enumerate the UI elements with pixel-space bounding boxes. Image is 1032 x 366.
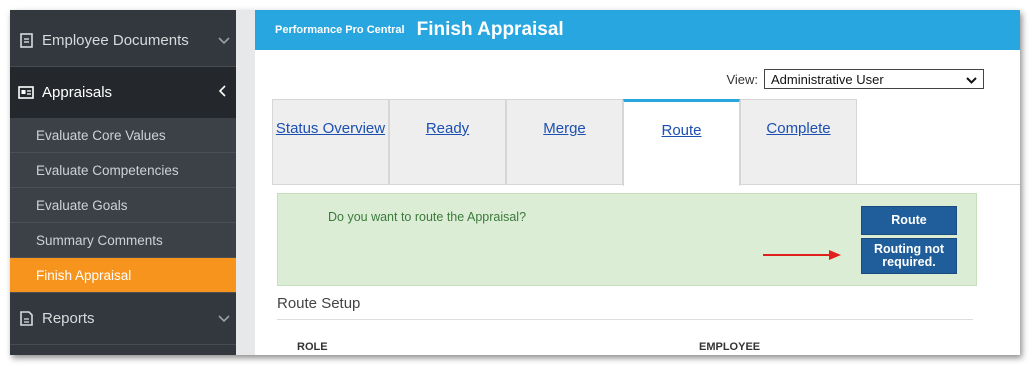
route-button[interactable]: Route xyxy=(861,206,957,235)
sidebar-subitem-evaluate-competencies[interactable]: Evaluate Competencies xyxy=(10,153,236,188)
sidebar-item-label: Reports xyxy=(42,310,95,327)
chevron-left-icon xyxy=(218,84,226,101)
red-arrow-icon xyxy=(763,250,841,260)
column-header-role: ROLE xyxy=(297,341,328,353)
sidebar-subitem-evaluate-core-values[interactable]: Evaluate Core Values xyxy=(10,118,236,153)
sidebar-item-employee-documents[interactable]: Employee Documents xyxy=(10,15,236,67)
sidebar-subitem-label: Evaluate Goals xyxy=(36,197,128,213)
sidebar-subitem-label: Finish Appraisal xyxy=(36,267,132,283)
id-card-icon xyxy=(18,85,34,101)
document-icon xyxy=(18,33,34,49)
chevron-down-icon xyxy=(218,311,230,326)
tab-link[interactable]: Status Overview xyxy=(276,120,385,137)
sidebar-item-appraisals[interactable]: Appraisals xyxy=(10,67,246,119)
page-header: Performance Pro Central Finish Appraisal xyxy=(255,10,1020,50)
sidebar-subitem-label: Evaluate Core Values xyxy=(36,127,166,143)
tab-link[interactable]: Merge xyxy=(543,120,586,137)
routing-not-required-button[interactable]: Routing not required. xyxy=(861,238,957,274)
route-prompt-message: Do you want to route the Appraisal? xyxy=(328,210,527,224)
main-content: Performance Pro Central Finish Appraisal… xyxy=(255,10,1020,355)
tab-ready[interactable]: Ready xyxy=(389,99,506,185)
route-setup-title: Route Setup xyxy=(277,295,361,312)
app-name: Performance Pro Central xyxy=(275,24,405,36)
tab-merge[interactable]: Merge xyxy=(506,99,623,185)
app-window: Employee Documents Appraisals Evaluate C… xyxy=(10,10,1020,355)
sidebar-subitem-summary-comments[interactable]: Summary Comments xyxy=(10,223,236,258)
tab-status-overview[interactable]: Status Overview xyxy=(272,99,389,185)
chevron-down-icon xyxy=(218,33,230,48)
tab-route[interactable]: Route xyxy=(623,99,740,186)
chevron-down-icon xyxy=(966,72,977,87)
tab-complete[interactable]: Complete xyxy=(740,99,857,185)
view-select[interactable]: Administrative User xyxy=(764,69,984,89)
tab-link[interactable]: Complete xyxy=(766,120,830,137)
tab-divider xyxy=(856,184,1020,185)
sidebar-item-reports[interactable]: Reports xyxy=(10,293,236,345)
sidebar-subitem-finish-appraisal[interactable]: Finish Appraisal xyxy=(10,258,236,293)
view-select-value: Administrative User xyxy=(771,71,884,87)
section-divider xyxy=(277,319,973,320)
report-icon xyxy=(18,311,34,327)
sidebar-subitem-label: Summary Comments xyxy=(36,232,163,248)
page-title: Finish Appraisal xyxy=(416,19,564,40)
button-label-line: Routing not xyxy=(873,242,945,256)
tab-link[interactable]: Route xyxy=(661,122,701,139)
view-label: View: xyxy=(726,71,758,87)
sidebar-item-label: Appraisals xyxy=(42,84,113,101)
sidebar: Employee Documents Appraisals Evaluate C… xyxy=(10,10,246,355)
column-header-employee: EMPLOYEE xyxy=(699,341,761,353)
route-prompt-panel: Do you want to route the Appraisal? Rout… xyxy=(277,193,977,286)
sidebar-subitem-evaluate-goals[interactable]: Evaluate Goals xyxy=(10,188,236,223)
view-selector: View: Administrative User xyxy=(726,69,984,89)
button-label-line: required. xyxy=(882,255,936,269)
sidebar-gutter xyxy=(236,10,255,355)
tab-link[interactable]: Ready xyxy=(426,120,469,137)
sidebar-subitem-label: Evaluate Competencies xyxy=(36,162,179,178)
sidebar-item-label: Employee Documents xyxy=(42,32,189,49)
button-label: Routing not required. xyxy=(874,243,944,269)
